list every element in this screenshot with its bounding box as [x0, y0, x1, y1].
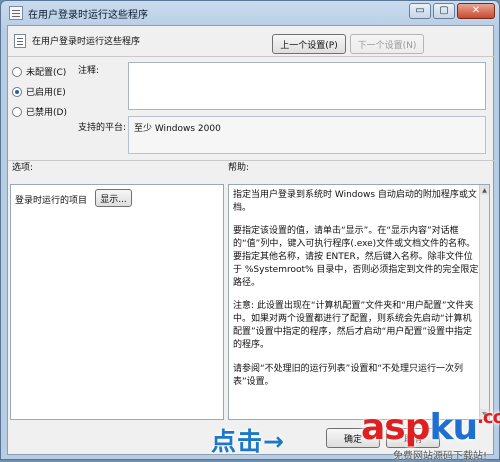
platform-label: 支持的平台: [78, 123, 127, 133]
help-pane: 指定当用户登录到系统时 Windows 自动启动的附加程序或文档。 要指定该设置… [228, 184, 490, 420]
platform-value: 至少 Windows 2000 [134, 124, 221, 134]
radio-disabled[interactable]: 已禁用(D) [12, 105, 67, 118]
setting-title: 在用户登录时运行这些程序 [32, 37, 141, 47]
radio-enabled-label: 已启用(E) [26, 88, 66, 98]
dialog-window: 在用户登录时运行这些程序 ▭ ▢ ✕ 在用户登录时运行这些程序 上一个设置(P)… [0, 0, 500, 462]
window-title: 在用户登录时运行这些程序 [28, 9, 148, 21]
help-scrollbar[interactable]: ▲ ▼ [479, 185, 489, 419]
minimize-button[interactable]: ▭ [409, 3, 431, 19]
radio-enabled[interactable]: 已启用(E) [12, 85, 66, 98]
help-paragraph: 要指定该设置的值，请单击“显示”。在“显示内容”对话框的“值”列中，键入可执行程… [233, 226, 479, 289]
radio-not-configured-circle[interactable] [12, 66, 22, 77]
comment-label: 注释: [78, 66, 100, 76]
brand-asp: asp [361, 407, 430, 448]
dialog-client: 在用户登录时运行这些程序 上一个设置(P) 下一个设置(N) 未配置(C) 已启… [7, 25, 495, 455]
setting-icon [14, 34, 26, 48]
radio-enabled-circle[interactable] [12, 86, 22, 97]
policy-icon [9, 6, 23, 20]
radio-disabled-circle[interactable] [12, 106, 22, 117]
radio-not-configured-label: 未配置(C) [26, 68, 67, 78]
next-setting-button[interactable]: 下一个设置(N) [350, 34, 424, 54]
platform-box: 至少 Windows 2000 [128, 116, 486, 154]
options-pane: 登录时运行的项目 显示... [10, 184, 224, 420]
header-divider [8, 56, 495, 57]
radio-disabled-label: 已禁用(D) [26, 108, 67, 118]
radio-not-configured[interactable]: 未配置(C) [12, 65, 66, 78]
prev-setting-button[interactable]: 上一个设置(P) [272, 34, 346, 54]
comment-textbox[interactable] [128, 62, 486, 110]
brand-logo: aspku.com [361, 407, 500, 448]
scroll-up-icon[interactable]: ▲ [480, 185, 489, 195]
close-button[interactable]: ✕ [457, 3, 495, 19]
title-bar[interactable]: 在用户登录时运行这些程序 ▭ ▢ ✕ [1, 1, 499, 25]
brand-suffix: .com [477, 407, 500, 428]
maximize-button[interactable]: ▢ [433, 3, 455, 19]
click-hint-text: 点击→ [211, 427, 285, 456]
show-button[interactable]: 显示... [95, 189, 132, 207]
help-paragraph: 请参阅“不处理旧的运行列表”设置和“不处理只运行一次列表”设置。 [233, 363, 463, 387]
options-section-label: 选项: [12, 163, 34, 173]
help-section-label: 帮助: [228, 163, 250, 173]
window-controls: ▭ ▢ ✕ [409, 3, 495, 19]
brand-ku: ku [429, 407, 479, 448]
run-items-label: 登录时运行的项目 [15, 196, 88, 206]
help-paragraph: 注意: 此设置出现在“计算机配置”文件夹和“用户配置”文件夹中。如果对两个设置都… [233, 301, 474, 351]
middle-divider [8, 160, 495, 161]
help-paragraph: 指定当用户登录到系统时 Windows 自动启动的附加程序或文档。 [233, 190, 477, 214]
